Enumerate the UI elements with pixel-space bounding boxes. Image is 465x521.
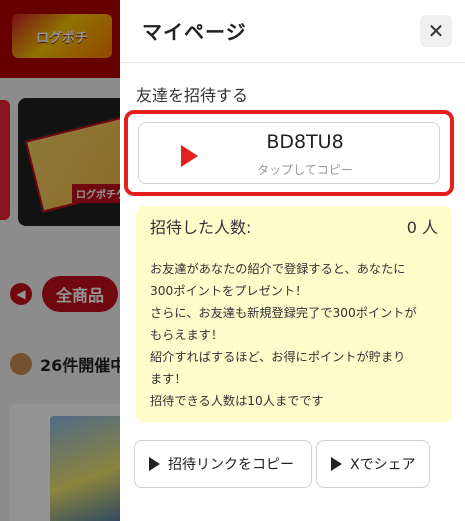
invited-count-value: 0 人	[406, 218, 438, 237]
copy-invite-link-button[interactable]: 招待リンクをコピー	[134, 440, 312, 488]
background-page: ログポチ ログポチケ ◀ 全商品 26件開催中	[0, 0, 120, 521]
play-icon	[331, 457, 342, 471]
invite-description: お友達があなたの紹介で登録すると、あなたに 300ポイントをプレゼント！ さらに…	[150, 258, 442, 412]
info-line: 300ポイントをプレゼント！	[150, 284, 308, 298]
invite-info-box: 招待した人数: 0 人 お友達があなたの紹介で登録すると、あなたに 300ポイン…	[136, 206, 452, 422]
copy-hint: タップしてコピー	[257, 163, 353, 177]
invite-code: BD8TU8	[266, 131, 344, 153]
mypage-panel: マイページ ✕ 友達を招待する BD8TU8 タップしてコピー 招待した人数: …	[120, 0, 465, 521]
invite-code-highlight: BD8TU8 タップしてコピー	[124, 110, 454, 196]
info-line: お友達があなたの紹介で登録すると、あなたに	[150, 262, 406, 276]
info-line: さらに、お友達も新規登録完了で300ポイントが	[150, 306, 417, 320]
info-line: もらえます！	[150, 328, 224, 342]
invited-count-label: 招待した人数:	[150, 218, 252, 237]
play-icon	[149, 457, 160, 471]
copy-invite-link-label: 招待リンクをコピー	[168, 457, 294, 473]
close-button[interactable]: ✕	[420, 15, 452, 47]
share-x-label: Xでシェア	[350, 457, 416, 473]
invite-code-button[interactable]: BD8TU8 タップしてコピー	[138, 122, 440, 184]
invite-section-label: 友達を招待する	[136, 86, 249, 105]
panel-header: マイページ ✕	[120, 0, 465, 63]
info-line: ます！	[150, 372, 187, 386]
close-icon: ✕	[427, 19, 445, 43]
info-line: 招待できる人数は10人までです	[150, 394, 324, 408]
share-x-button[interactable]: Xでシェア	[316, 440, 430, 488]
invited-count-row: 招待した人数: 0 人	[150, 214, 438, 238]
info-line: 紹介すればするほど、お得にポイントが貯まり	[150, 350, 406, 364]
page-title: マイページ	[142, 20, 247, 44]
modal-overlay[interactable]	[0, 0, 120, 521]
